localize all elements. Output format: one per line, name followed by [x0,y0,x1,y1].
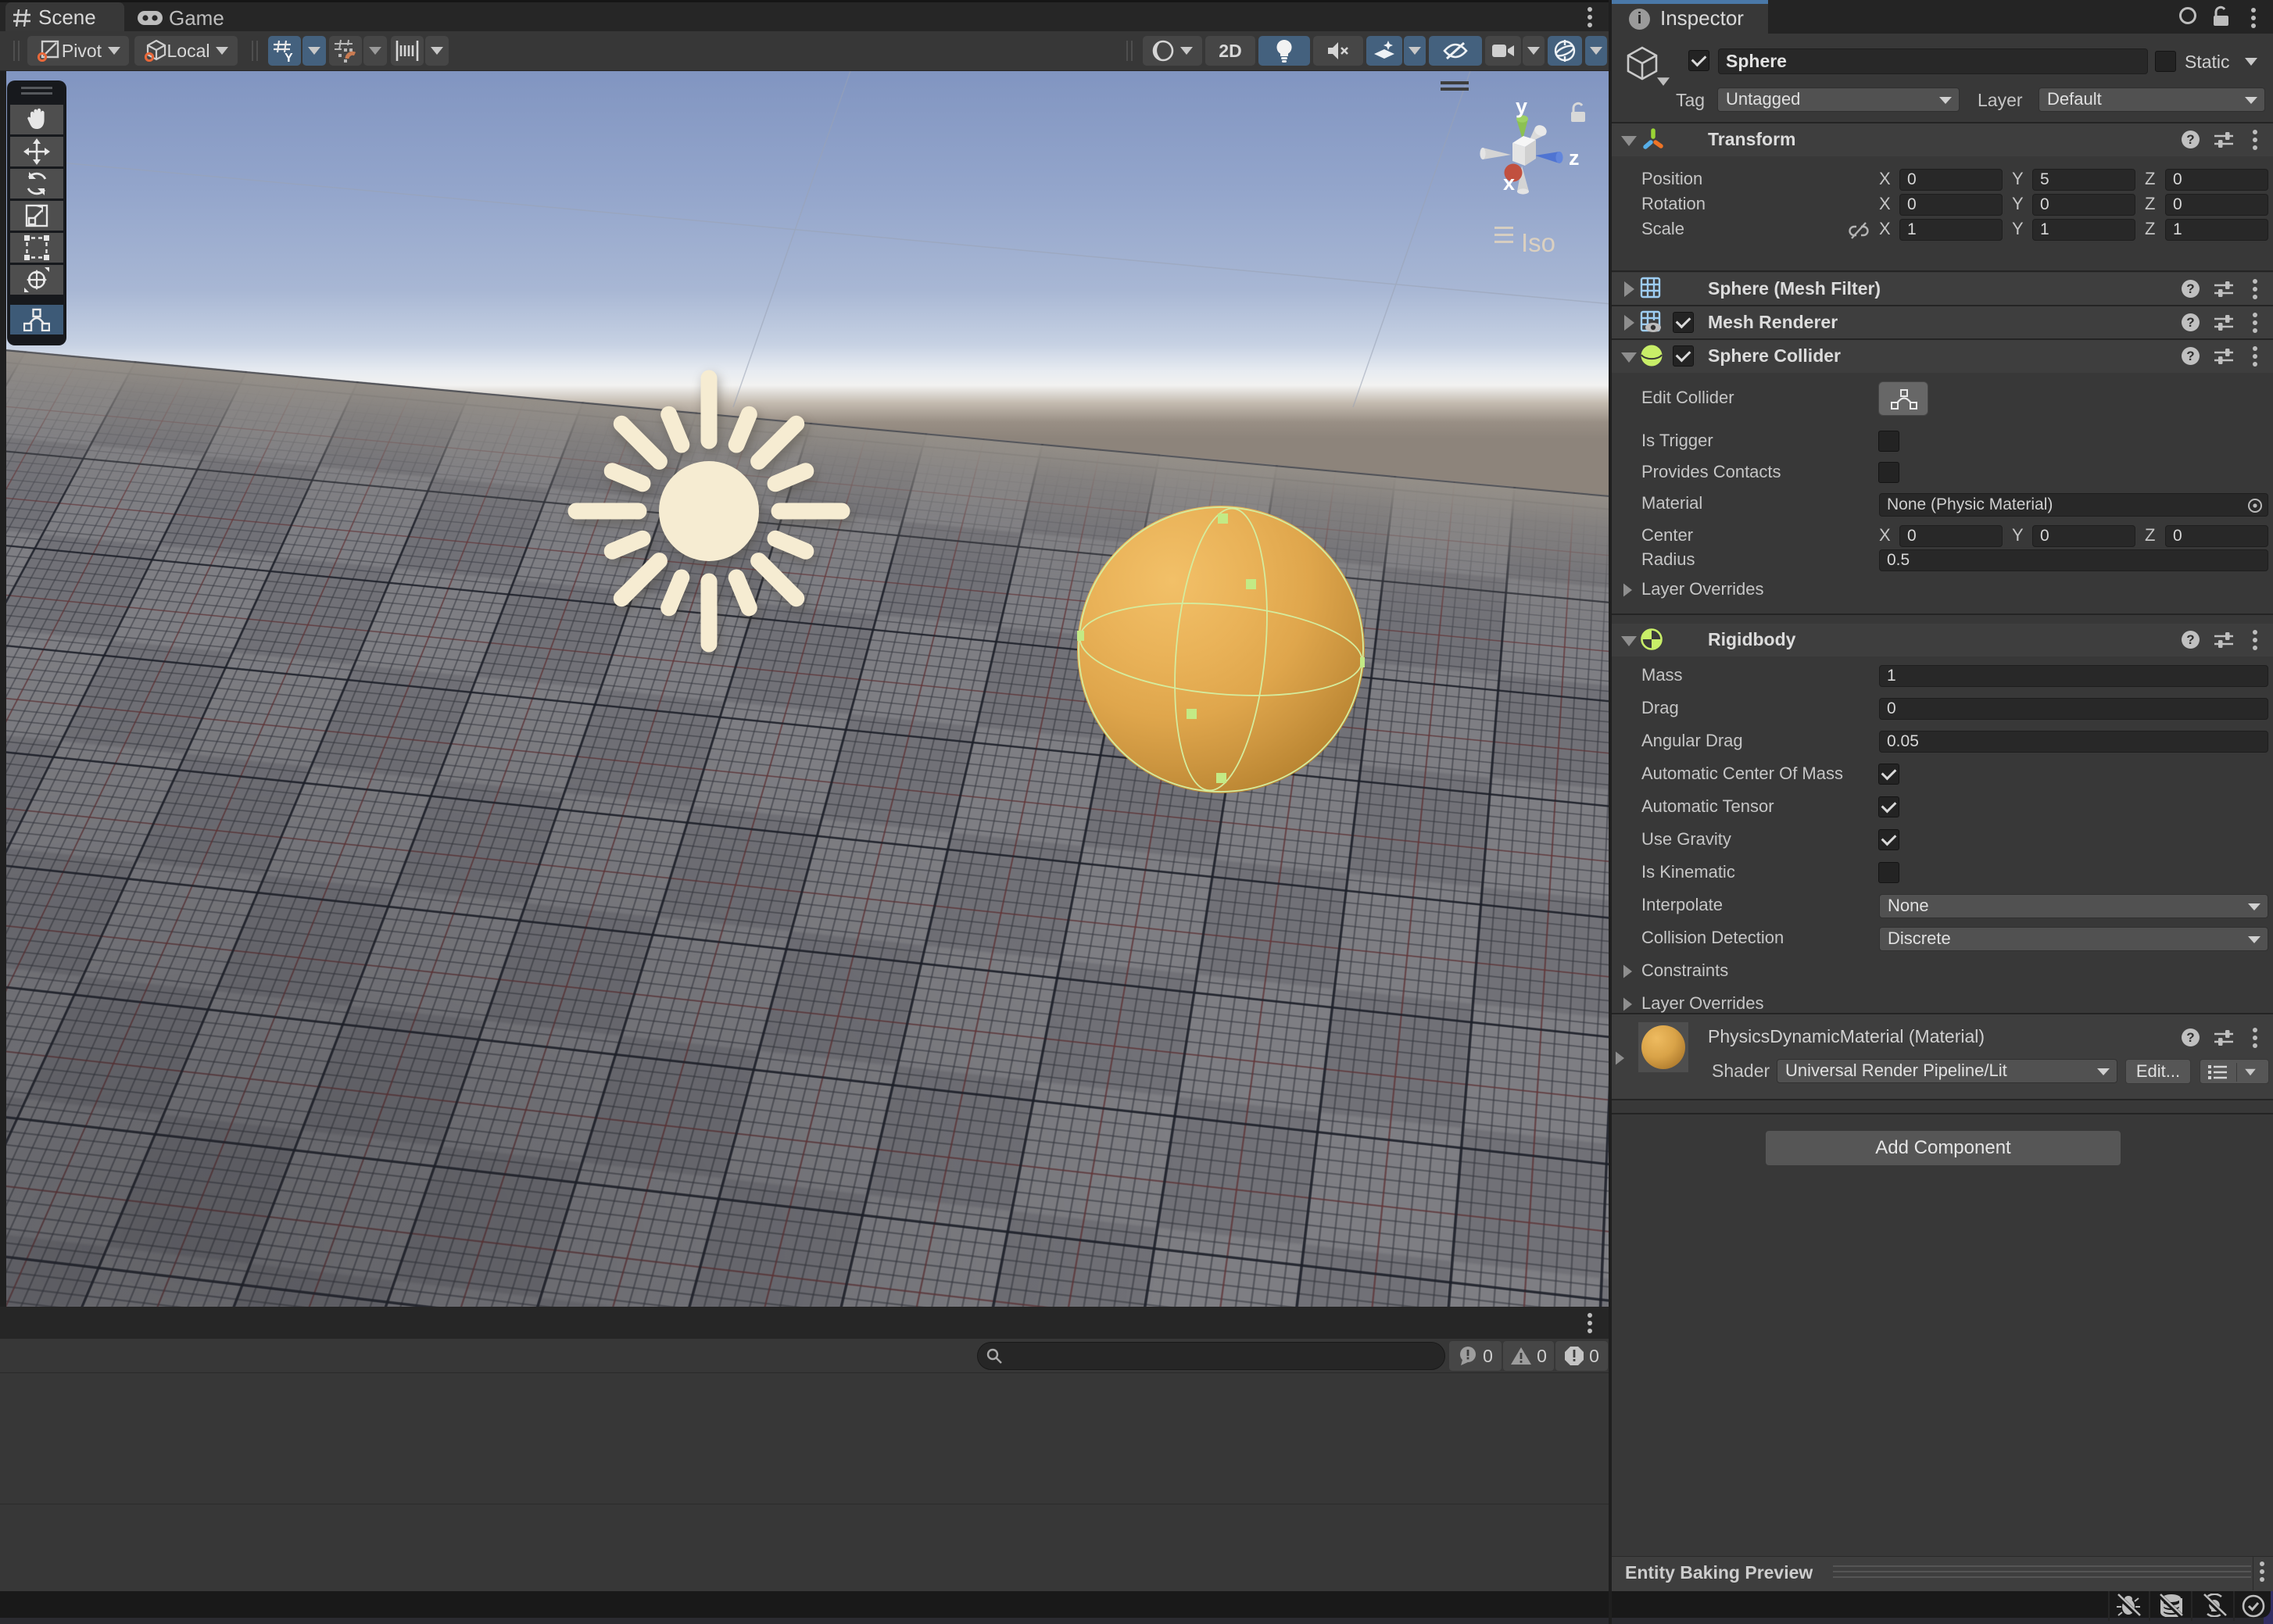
svg-text:x: x [1503,171,1515,195]
svg-text:Y: Y [285,52,293,63]
svg-text:z: z [1569,146,1580,170]
svg-text:y: y [1516,95,1527,118]
